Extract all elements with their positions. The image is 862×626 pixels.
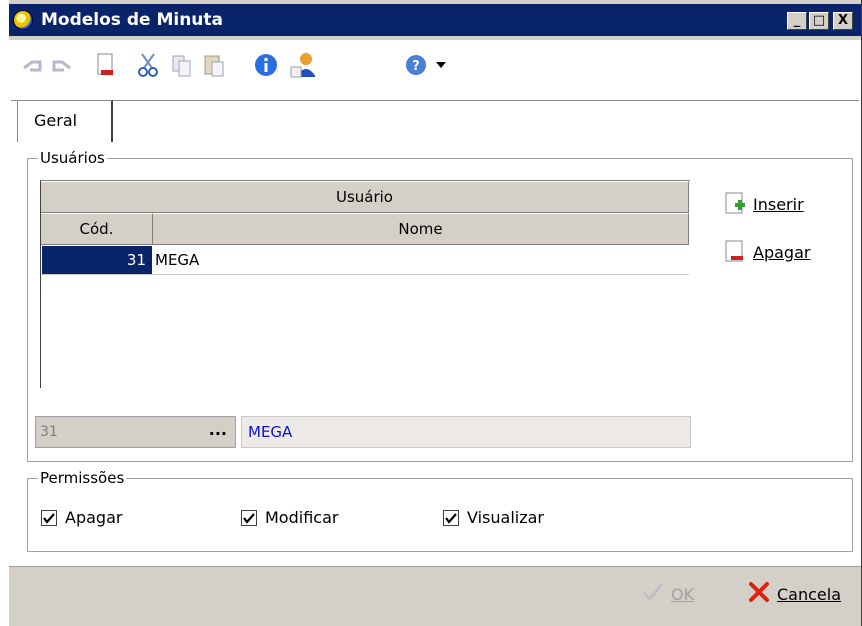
app-icon [13,10,33,30]
delete-label: Apagar [753,242,811,262]
column-header-nome[interactable]: Nome [153,213,689,245]
dropdown-arrow-icon[interactable] [433,52,449,78]
check-icon[interactable] [41,509,57,526]
cell-cod[interactable]: 31 [42,246,152,274]
tab-geral[interactable]: Geral [17,100,113,142]
cut-icon[interactable] [135,52,161,78]
window-title: Modelos de Minuta [41,10,224,30]
footer-bar: OK Cancela [9,566,861,626]
ellipsis-button[interactable]: ... [209,420,227,439]
dialog-window: Modelos de Minuta _ □ X ? Geral Usuários… [8,0,862,626]
user-code-lookup[interactable]: 31 ... [35,416,236,448]
usuarios-legend: Usuários [38,149,107,167]
check-icon[interactable] [241,509,257,526]
delete-document-icon [725,240,747,264]
copy-icon[interactable] [169,52,195,78]
permissoes-group: Permissões [27,469,853,552]
maximize-button[interactable]: □ [809,12,829,30]
checkbox-apagar[interactable]: Apagar [41,508,122,527]
paste-icon[interactable] [201,52,227,78]
table-row[interactable]: 31 MEGA [41,245,689,275]
user-properties-icon[interactable] [289,52,315,78]
cancel-button[interactable]: Cancela [747,581,841,607]
delete-button[interactable]: Apagar [725,240,810,264]
permissoes-legend: Permissões [38,469,127,487]
ok-button[interactable]: OK [641,581,694,607]
column-header-cod[interactable]: Cód. [41,213,153,245]
toolbar: ? [9,40,861,96]
cell-nome[interactable]: MEGA [155,245,199,275]
tab-geral-label: Geral [34,111,78,130]
red-x-icon [747,581,771,607]
close-button[interactable]: X [833,12,853,30]
svg-text:?: ? [412,59,420,74]
title-bar[interactable]: Modelos de Minuta _ □ X [9,4,861,36]
usuarios-grid[interactable]: Usuário Cód. Nome 31 MEGA [40,180,690,388]
checkbox-modificar-label: Modificar [265,508,339,527]
check-icon[interactable] [443,509,459,526]
user-name-value: MEGA [248,423,293,441]
checkbox-apagar-label: Apagar [65,508,123,527]
checkmark-icon [641,581,665,607]
new-document-icon[interactable] [93,52,119,78]
help-icon[interactable]: ? [403,52,429,78]
checkbox-visualizar[interactable]: Visualizar [443,508,544,527]
cancel-label: Cancela [777,584,842,604]
ok-label: OK [671,584,695,604]
user-name-field: MEGA [241,416,691,448]
grid-group-header: Usuário [41,181,689,213]
insert-label: Inserir [753,194,804,214]
info-icon[interactable] [253,52,279,78]
user-code-value: 31 [40,424,58,440]
redo-icon[interactable] [49,52,75,78]
checkbox-modificar[interactable]: Modificar [241,508,338,527]
checkbox-visualizar-label: Visualizar [467,508,544,527]
minimize-button[interactable]: _ [787,12,807,30]
insert-document-icon [725,192,747,216]
insert-button[interactable]: Inserir [725,192,804,216]
undo-icon[interactable] [19,52,45,78]
